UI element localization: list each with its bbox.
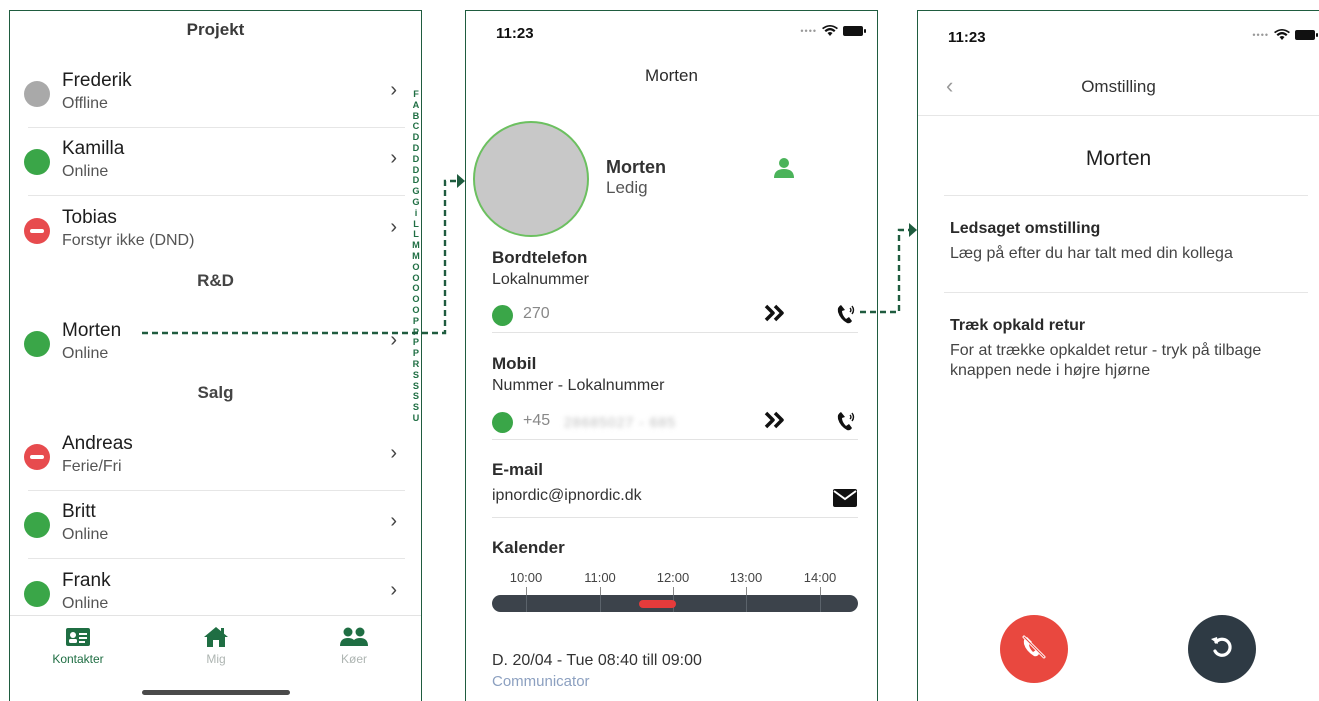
flow-connectors bbox=[142, 174, 917, 335]
connector-morten-to-detail bbox=[142, 174, 465, 335]
connector-call-to-transfer bbox=[860, 223, 917, 314]
